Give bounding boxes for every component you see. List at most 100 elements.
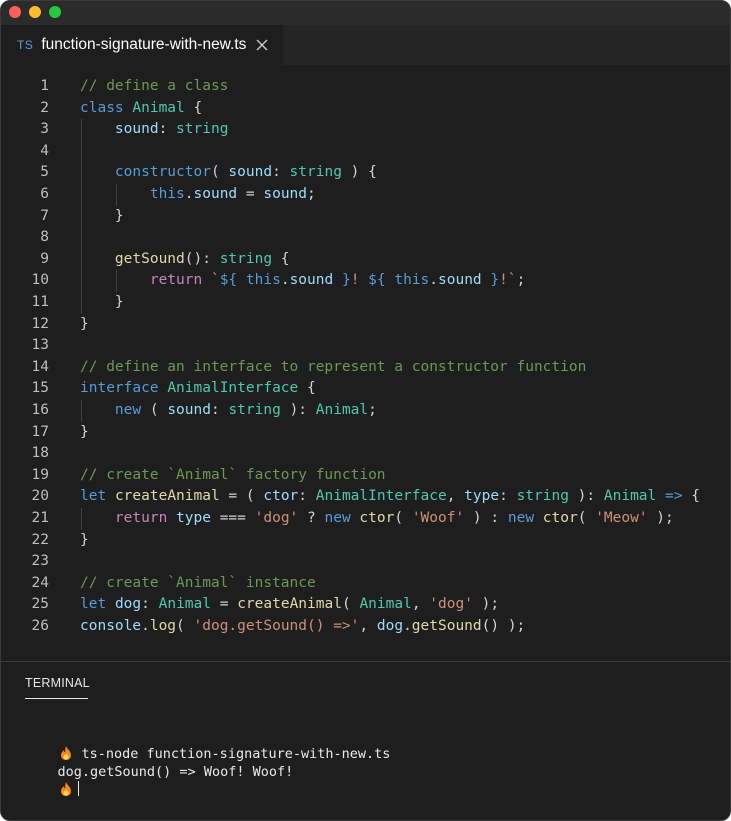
file-tab[interactable]: TS function-signature-with-new.ts [1, 25, 283, 65]
line-number: 25 [31, 596, 49, 613]
code-token: : [141, 596, 159, 613]
code-token: string [176, 121, 229, 138]
flame-icon [60, 782, 71, 796]
code-text: interface AnimalInterface { [80, 378, 316, 400]
code-token: sound [114, 121, 159, 138]
line-number: 20 [31, 488, 49, 505]
minimize-window-button[interactable] [29, 6, 41, 18]
code-token: () ); [481, 618, 526, 634]
code-line[interactable]: 8 [1, 227, 730, 249]
code-line[interactable]: 16 new ( sound: string ): Animal; [1, 400, 730, 422]
line-number: 15 [31, 380, 49, 397]
terminal-prompt-line[interactable] [25, 763, 79, 796]
code-token: { [272, 250, 290, 267]
line-number: 22 [31, 531, 49, 548]
line-number: 5 [40, 164, 49, 181]
line-number: 21 [31, 510, 49, 526]
code-editor[interactable]: 1// define a class 2 class Animal {3 sound… [1, 65, 730, 661]
zoom-window-button[interactable] [49, 6, 61, 18]
code-line[interactable]: 20 let createAnimal = ( ctor: AnimalInter… [1, 486, 730, 508]
code-line[interactable]: 21 return type === 'dog' ? new ctor( 'Wo… [1, 508, 730, 530]
terminal-output-line: dog.getSound() => Woof! Woof! [25, 745, 294, 780]
code-line[interactable]: 4 [1, 141, 730, 163]
code-token: = ( [219, 488, 264, 505]
code-line[interactable]: 22} [1, 530, 730, 552]
code-line[interactable]: 3 sound: string [1, 119, 730, 141]
line-number: 14 [31, 358, 49, 375]
line-number: 4 [40, 142, 49, 159]
code-token: string [228, 402, 281, 418]
terminal-cursor [77, 781, 79, 796]
tab-terminal[interactable]: TERMINAL [25, 676, 90, 690]
code-line[interactable]: 26 console.log( 'dog.getSound() =>', dog.… [1, 616, 730, 638]
line-number: 11 [31, 294, 49, 310]
code-line[interactable]: 15 interface AnimalInterface { [1, 378, 730, 400]
typescript-file-icon: TS [17, 38, 34, 52]
code-token: 'Woof' [411, 510, 465, 526]
panel-divider [1, 661, 730, 662]
code-token: === [210, 510, 255, 526]
code-line[interactable]: 7 } [1, 206, 730, 228]
code-text: class Animal { [80, 98, 202, 120]
code-token: this [245, 272, 281, 289]
code-text: let dog: Animal = createAnimal( Animal, … [80, 594, 499, 616]
code-line[interactable]: 2 class Animal { [1, 98, 730, 120]
code-token: let [80, 488, 107, 505]
code-token: dog [114, 596, 142, 613]
line-number: 26 [31, 618, 49, 634]
line-number: 8 [40, 229, 49, 246]
code-line[interactable]: 10 return `${ this.sound }! ${ this.soun… [1, 270, 730, 292]
close-window-button[interactable] [9, 6, 21, 18]
code-line[interactable]: 12} [1, 314, 730, 336]
code-token: ? [298, 510, 325, 526]
code-text: new ( sound: string ): Animal; [80, 400, 377, 422]
code-token: . [280, 272, 290, 289]
code-text: } [80, 422, 89, 444]
code-token: . [429, 272, 439, 289]
code-line[interactable]: 18 [1, 443, 730, 465]
code-token: ): [280, 402, 316, 418]
code-token: AnimalInterface [167, 380, 299, 397]
indent-guide [80, 508, 82, 530]
code-token: , [411, 596, 430, 613]
line-number: 16 [31, 402, 49, 418]
code-line[interactable]: 17} [1, 422, 730, 444]
indent-guide [115, 270, 117, 292]
code-token: // create `Animal` instance [80, 574, 316, 591]
code-token: AnimalInterface [315, 488, 447, 505]
code-line[interactable]: 9 getSound(): string { [1, 249, 730, 271]
code-line[interactable]: 14 // define an interface to represent a … [1, 357, 730, 379]
code-line[interactable]: 25 let dog: Animal = createAnimal( Animal… [1, 594, 730, 616]
line-number: 7 [40, 207, 49, 224]
code-text: let createAnimal = ( ctor: AnimalInterfa… [80, 486, 700, 508]
code-token: . [141, 618, 150, 634]
terminal-command-line: ts-node function-signature-with-new.ts [25, 727, 390, 762]
code-line[interactable]: 19 // create `Animal` factory function [1, 465, 730, 487]
code-token: string [516, 488, 569, 505]
code-line[interactable]: 5 constructor( sound: string ) { [1, 162, 730, 184]
code-token: } [341, 272, 351, 289]
code-line[interactable]: 13 [1, 335, 730, 357]
code-token: sound [263, 186, 308, 202]
code-token: this [149, 186, 185, 202]
code-line[interactable]: 11 } [1, 292, 730, 314]
code-line[interactable]: 23 [1, 551, 730, 573]
code-line[interactable]: 24 // create `Animal` instance [1, 573, 730, 595]
code-line[interactable]: 1 // define a class [1, 76, 730, 98]
line-number: 13 [31, 337, 49, 354]
code-token: class [80, 99, 124, 116]
code-token: ctor [263, 488, 299, 505]
code-text: sound: string [80, 119, 229, 141]
line-number: 19 [31, 466, 49, 483]
code-token: } [80, 315, 89, 332]
code-token: Animal [315, 402, 369, 418]
close-icon[interactable] [256, 39, 268, 51]
code-token: } [490, 272, 500, 289]
code-text: return `${ this.sound }! ${ this.sound }… [80, 270, 526, 292]
code-line[interactable]: 6 this.sound = sound; [1, 184, 730, 206]
